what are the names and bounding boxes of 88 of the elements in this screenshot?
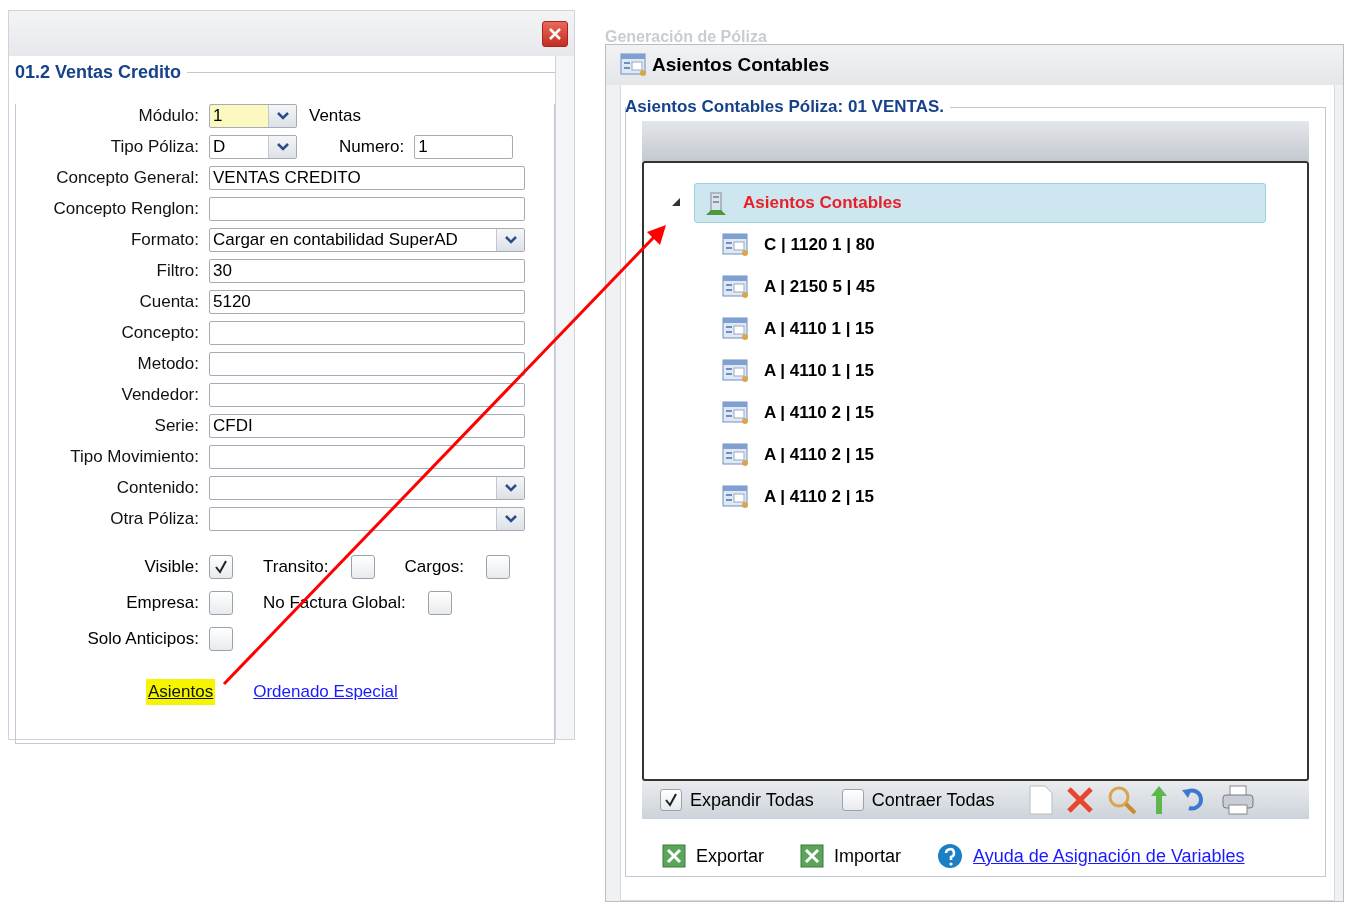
field-label: Cuenta: [138,292,200,312]
up-arrow-icon[interactable] [1148,785,1169,815]
list-item-icon [722,358,750,383]
chevron-down-icon [275,142,290,152]
field-label: Formato: [129,230,200,250]
field-label: Metodo: [136,354,200,374]
input-field[interactable] [209,383,525,407]
field-label: Módulo: [137,106,200,126]
new-document-icon[interactable] [1028,785,1053,815]
checkbox-label: Visible: [143,557,200,577]
checkbox-label: Cargos: [404,557,465,577]
checkbox-label: Solo Anticipos: [86,629,200,649]
check-icon [214,560,228,574]
select-field[interactable]: D [209,135,297,159]
input-field[interactable]: VENTAS CREDITO [209,166,525,190]
toolbar-button[interactable]: Exportar [696,845,765,867]
checkbox[interactable] [486,555,511,579]
checkbox[interactable] [350,555,375,579]
close-icon [549,27,561,40]
checkbox-label: Empresa: [125,593,200,613]
chevron-down-icon [503,514,518,524]
list-item-icon [722,400,750,425]
input-field[interactable] [209,197,525,221]
checkbox[interactable] [427,591,452,615]
list-window-icon [620,53,648,77]
tree-item[interactable]: A | 4110 2 | 15 [764,486,875,507]
module-name: Ventas [309,106,361,126]
field-label: Concepto General: [55,168,200,188]
chevron-down-icon [275,111,290,121]
list-item-icon [722,274,750,299]
close-button[interactable] [542,20,568,47]
section-legend: 01.2 Ventas Credito [15,62,182,83]
toolbar-button[interactable]: Importar [834,845,902,867]
input-field[interactable]: 5120 [209,290,525,314]
help-icon [937,843,964,869]
spreadsheet-icon [800,844,825,868]
input-field[interactable]: CFDI [209,414,525,438]
field-label: Concepto: [120,323,200,343]
input-field[interactable]: 30 [209,259,525,283]
spreadsheet-icon [662,844,686,868]
checkbox[interactable] [841,789,864,811]
check-icon [664,793,678,807]
field-label: Serie: [153,416,200,436]
search-icon[interactable] [1106,785,1137,815]
select-field[interactable] [209,476,525,500]
tree-item[interactable]: A | 4110 2 | 15 [764,444,875,465]
checkbox[interactable] [209,555,233,579]
field-label: Tipo Póliza: [109,137,200,157]
field-label: Filtro: [155,261,200,281]
chevron-down-icon [503,483,518,493]
list-item-icon [722,442,750,467]
list-item-icon [722,316,750,341]
input-field[interactable]: 1 [414,135,514,159]
section-legend: Asientos Contables Póliza: 01 VENTAS. [625,97,944,117]
field-label: Contenido: [115,478,200,498]
checkbox[interactable] [209,591,233,615]
select-field[interactable]: Cargar en contabilidad SuperAD [209,228,525,252]
delete-icon[interactable] [1064,785,1095,815]
field-label: Otra Póliza: [109,509,200,529]
window-title: Asientos Contables [652,54,830,76]
tree-item[interactable]: A | 4110 1 | 15 [764,318,875,339]
field-label: Concepto Renglon: [52,199,200,219]
chevron-down-icon [503,235,518,245]
checkbox-label: Expandir Todas [690,789,814,811]
checkbox[interactable] [209,627,233,651]
field-label: Tipo Movimiento: [69,447,200,467]
collapse-toggle[interactable] [670,197,682,209]
checkbox[interactable] [660,789,682,811]
printer-icon[interactable] [1220,785,1255,815]
tree-item[interactable]: A | 2150 5 | 45 [764,276,875,297]
select-field[interactable] [209,507,525,531]
list-item-icon [722,232,750,257]
collapse-triangle-icon [671,197,681,207]
field-label: Vendedor: [120,385,200,405]
help-link[interactable]: Ayuda de Asignación de Variables [973,845,1245,867]
checkbox-label: Transito: [263,557,329,577]
list-item-icon [722,484,750,509]
field-label: Numero: [339,137,405,157]
select-field[interactable]: 1 [209,104,297,128]
link[interactable]: Ordenado Especial [251,679,400,705]
input-field[interactable] [209,445,525,469]
checkbox-label: Contraer Todas [871,789,995,811]
tree-item[interactable]: C | 1120 1 | 80 [764,234,875,255]
tree-item[interactable]: A | 4110 1 | 15 [764,360,875,381]
input-field[interactable] [209,321,525,345]
tree-item[interactable]: A | 4110 2 | 15 [764,402,875,423]
link[interactable]: Asientos [146,679,216,705]
input-field[interactable] [209,352,525,376]
